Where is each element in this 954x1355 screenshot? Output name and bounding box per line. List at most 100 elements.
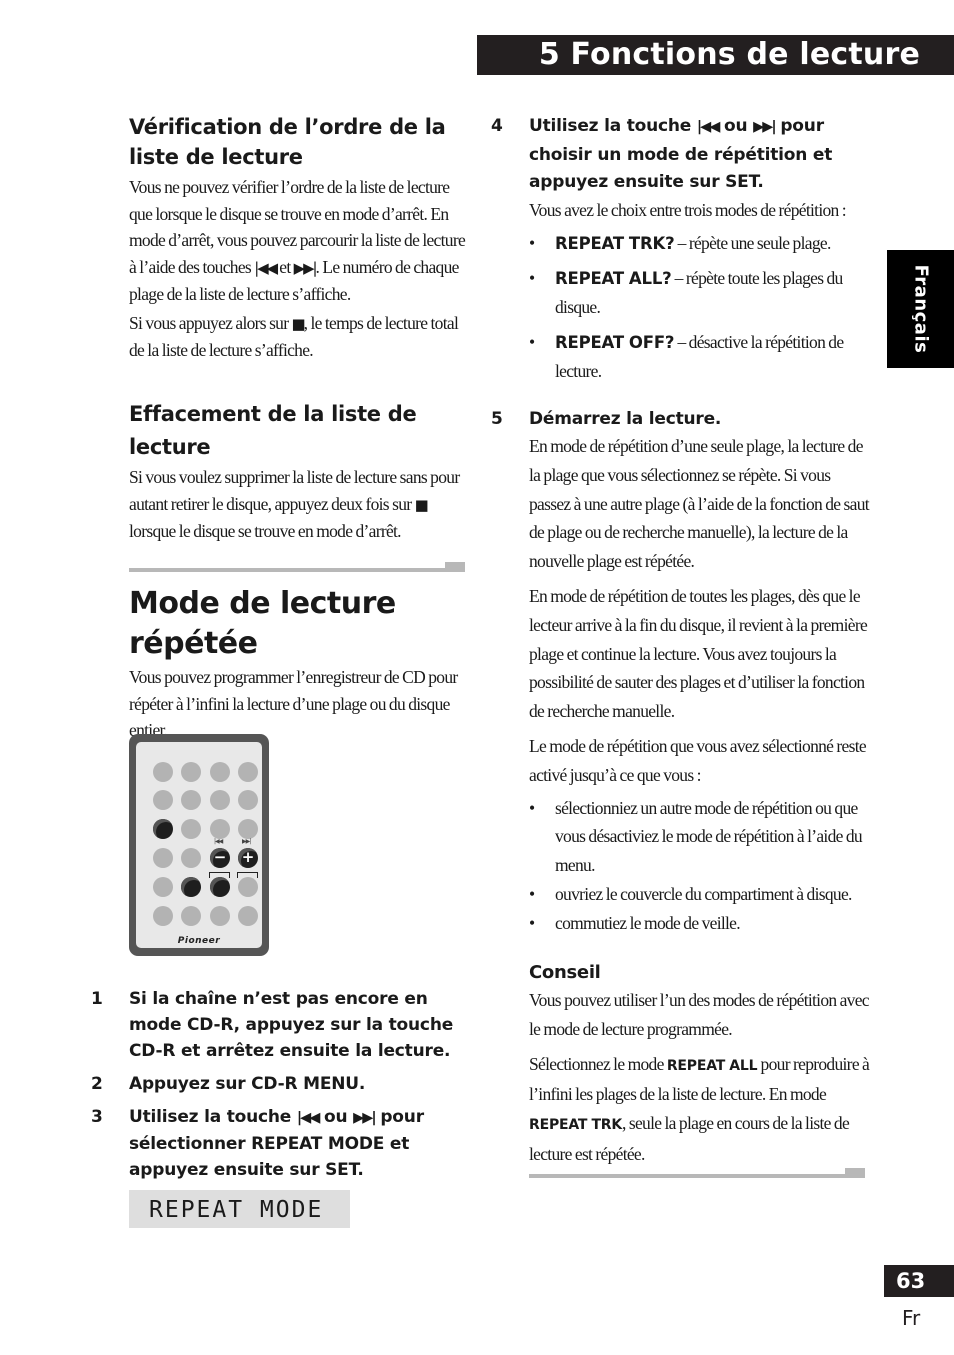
- repeat-options-list: • REPEAT TRK? – répète une seule plage. …: [529, 229, 871, 386]
- section-intro: Vous pouvez programmer l’enregistreur de…: [129, 667, 458, 740]
- chapter-header-bar: 5 Fonctions de lecture: [477, 35, 954, 75]
- option-label: REPEAT TRK?: [555, 234, 675, 253]
- remote-button: [181, 819, 201, 839]
- bullet-icon: •: [529, 912, 535, 933]
- section-verification: Vérification de l’ordre de la liste de l…: [129, 112, 469, 364]
- step-item: 3 Utilisez la touche |◀◀ ou ▶▶| pour sél…: [91, 1104, 471, 1183]
- step-text: Utilisez la touche |◀◀ ou ▶▶| pour sélec…: [129, 1104, 471, 1183]
- condition-item: • ouvriez le couvercle du compartiment à…: [529, 880, 871, 909]
- next-track-icon: ▶▶|: [242, 838, 251, 845]
- step-number: 3: [91, 1107, 103, 1127]
- step-number: 4: [491, 116, 503, 136]
- remote-button: [238, 877, 258, 897]
- paragraph: Sélectionnez le mode REPEAT ALL pour rep…: [529, 1050, 871, 1169]
- step-5: 5 Démarrez la lecture. En mode de répéti…: [491, 406, 871, 938]
- condition-text: ouvriez le couvercle du compartiment à d…: [555, 883, 852, 904]
- remote-skip-forward-button: +: [238, 848, 258, 868]
- step-text: Appuyez sur CD-R MENU.: [129, 1074, 366, 1094]
- tip-divider-tab: [845, 1168, 865, 1175]
- lcd-display: REPEAT MODE: [129, 1190, 350, 1228]
- step-title: Démarrez la lecture.: [529, 409, 722, 429]
- section-body: Vous ne pouvez vérifier l’ordre de la li…: [129, 174, 469, 364]
- tip-box: Conseil Vous pouvez utiliser l’un des mo…: [529, 960, 871, 1169]
- bullet-icon: •: [529, 268, 535, 288]
- remote-face: Pioneer |◀◀ − ▶▶| +: [136, 742, 262, 948]
- repeat-option: • REPEAT TRK? – répète une seule plage.: [529, 229, 871, 258]
- stop-icon: ■: [414, 495, 429, 514]
- condition-text: commutiez le mode de veille.: [555, 912, 741, 933]
- remote-control-illustration: Pioneer |◀◀ − ▶▶| +: [129, 734, 269, 956]
- bullet-icon: •: [529, 797, 535, 818]
- remote-button: [238, 762, 258, 782]
- section-heading: Vérification de l’ordre de la liste de l…: [129, 115, 446, 169]
- pioneer-logo: Pioneer: [177, 936, 221, 946]
- previous-track-icon: |◀◀: [696, 119, 721, 135]
- remote-button: [181, 762, 201, 782]
- paragraph: Le mode de répétition que vous avez séle…: [529, 735, 867, 785]
- remote-button: [238, 790, 258, 810]
- paragraph: En mode de répétition d’une seule plage,…: [529, 436, 870, 572]
- section-divider: [129, 568, 465, 572]
- previous-track-icon: |◀◀: [254, 258, 278, 277]
- step-4: 4 Utilisez la touche |◀◀ ou ▶▶| pour cho…: [491, 113, 871, 386]
- remote-button: [153, 877, 173, 897]
- remote-button: [181, 848, 201, 868]
- remote-button: [210, 790, 230, 810]
- text: Utilisez la touche: [529, 116, 697, 136]
- step-item: 4 Utilisez la touche |◀◀ ou ▶▶| pour cho…: [491, 113, 871, 386]
- previous-track-icon: |◀◀: [296, 1110, 321, 1126]
- section-divider-tab: [445, 562, 465, 569]
- text: et: [276, 256, 294, 277]
- text: lorsque le disque se trouve en mode d’ar…: [129, 521, 402, 541]
- option-desc: – répète une seule plage.: [674, 233, 832, 253]
- condition-item: • commutiez le mode de veille.: [529, 909, 871, 938]
- page-number: 63: [896, 1269, 926, 1293]
- steps-list: 1 Si la chaîne n’est pas encore en mode …: [91, 986, 471, 1183]
- remote-button: [210, 819, 230, 839]
- repeat-option: • REPEAT ALL? – répète toute les plages …: [529, 264, 871, 322]
- minus-icon: −: [213, 848, 227, 866]
- paragraph: Vous pouvez utiliser l’un des modes de r…: [529, 990, 870, 1039]
- step-text: Si la chaîne n’est pas encore en mode CD…: [129, 989, 454, 1061]
- remote-skip-back-button: −: [210, 848, 230, 868]
- mode-label: REPEAT ALL: [666, 1057, 758, 1074]
- step-number: 2: [91, 1074, 103, 1094]
- condition-item: • sélectionniez un autre mode de répétit…: [529, 794, 871, 880]
- text: Utilisez la touche: [129, 1107, 297, 1127]
- next-track-icon: ▶▶|: [353, 1110, 377, 1126]
- bullet-icon: •: [529, 883, 535, 904]
- remote-button: [238, 906, 258, 926]
- repeat-option: • REPEAT OFF? – désactive la répétition …: [529, 328, 871, 386]
- remote-button: [181, 877, 201, 897]
- stop-icon: ■: [291, 314, 306, 333]
- condition-text: sélectionniez un autre mode de répétitio…: [555, 797, 863, 876]
- paragraph: Si vous voulez supprimer la liste de lec…: [129, 464, 469, 545]
- paragraph: Vous ne pouvez vérifier l’ordre de la li…: [129, 174, 469, 308]
- conditions-list: • sélectionniez un autre mode de répétit…: [529, 794, 871, 938]
- option-label: REPEAT ALL?: [555, 269, 672, 288]
- remote-button: [238, 819, 258, 839]
- language-tab: Français: [887, 250, 954, 368]
- remote-button: [153, 790, 173, 810]
- remote-button: [181, 790, 201, 810]
- remote-button: [153, 906, 173, 926]
- mode-label: REPEAT TRK: [529, 1117, 623, 1134]
- text: Sélectionnez le mode: [529, 1053, 667, 1074]
- button-group-bracket: [237, 872, 258, 878]
- language-tab-label: Français: [910, 264, 931, 354]
- step-description: Vous avez le choix entre trois modes de …: [529, 199, 847, 220]
- bullet-icon: •: [529, 233, 535, 253]
- plus-icon: +: [241, 848, 255, 866]
- text: ou: [318, 1107, 354, 1127]
- remote-button: [210, 906, 230, 926]
- main-heading: Mode de lecture répétée: [129, 586, 396, 661]
- tip-heading: Conseil: [529, 962, 601, 983]
- text: Si vous voulez supprimer la liste de lec…: [129, 467, 460, 514]
- page-number-box: 63: [884, 1265, 954, 1297]
- option-label: REPEAT OFF?: [555, 333, 675, 352]
- remote-button: [210, 877, 230, 897]
- paragraph: En mode de répétition de toutes les plag…: [529, 585, 868, 722]
- lcd-display-text: REPEAT MODE: [149, 1197, 324, 1223]
- remote-button: [153, 848, 173, 868]
- section-effacement: Effacement de la liste de lecture Si vou…: [129, 398, 469, 545]
